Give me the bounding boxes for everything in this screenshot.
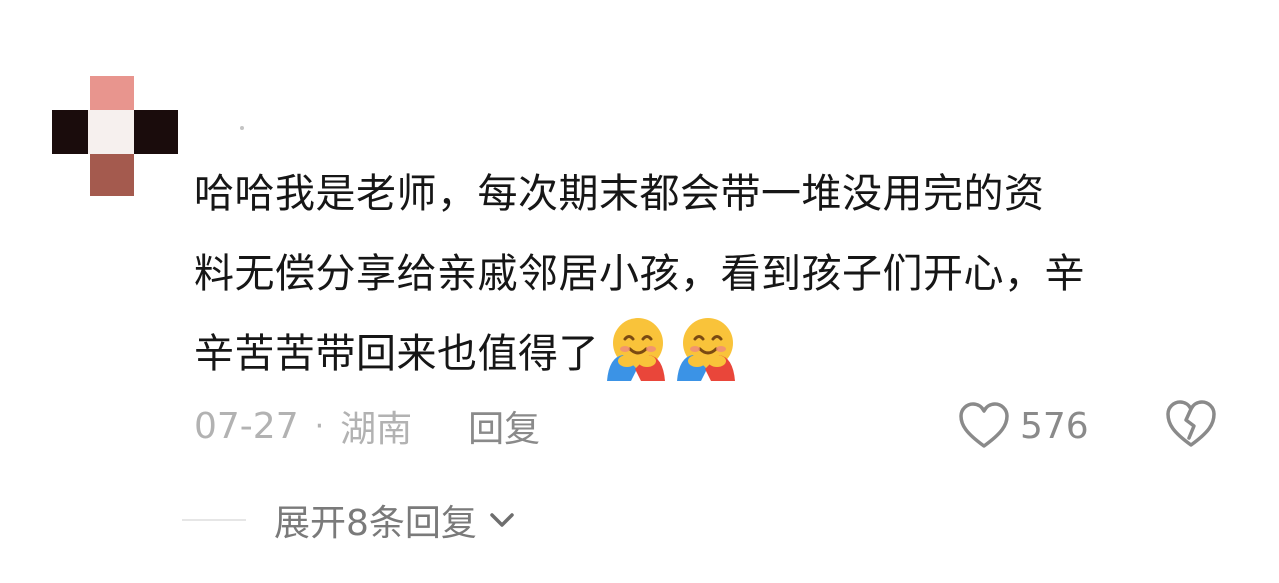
hugging-face-emoji (607, 318, 665, 381)
comment-line-1: 哈哈我是老师，每次期末都会带一堆没用完的资 (194, 171, 1045, 217)
expand-replies-button[interactable]: 展开8条回复 (182, 494, 519, 546)
comment-item: 哈哈我是老师，每次期末都会带一堆没用完的资 料无偿分享给亲戚邻居小孩，看到孩子们… (0, 0, 1279, 583)
like-button[interactable]: 576 (958, 398, 1089, 454)
username-dot (240, 126, 244, 130)
reply-button[interactable]: 回复 (468, 400, 540, 452)
comment-content: 哈哈我是老师，每次期末都会带一堆没用完的资 料无偿分享给亲戚邻居小孩，看到孩子们… (194, 154, 1244, 394)
comment-line-3-text: 辛苦苦带回来也值得了 (194, 331, 599, 377)
expand-replies-label: 展开8条回复 (274, 503, 477, 544)
hugging-face-emoji (677, 318, 735, 381)
expand-divider (182, 519, 246, 521)
comment-date: 07-27 (194, 405, 299, 447)
chevron-down-icon (490, 513, 514, 527)
comment-meta: 07-27 · 湖南 回复 (194, 400, 540, 452)
avatar[interactable] (52, 76, 178, 198)
comment-line-2: 料无偿分享给亲戚邻居小孩，看到孩子们开心，辛 (194, 251, 1085, 297)
heart-outline-icon (959, 402, 1009, 448)
dislike-button[interactable] (1164, 398, 1218, 452)
meta-separator: · (314, 408, 325, 444)
comment-location: 湖南 (340, 409, 413, 450)
username[interactable] (196, 104, 244, 144)
comment-line-3: 辛苦苦带回来也值得了 (194, 314, 1244, 394)
broken-heart-icon (1166, 400, 1216, 447)
like-count: 576 (1020, 405, 1089, 447)
